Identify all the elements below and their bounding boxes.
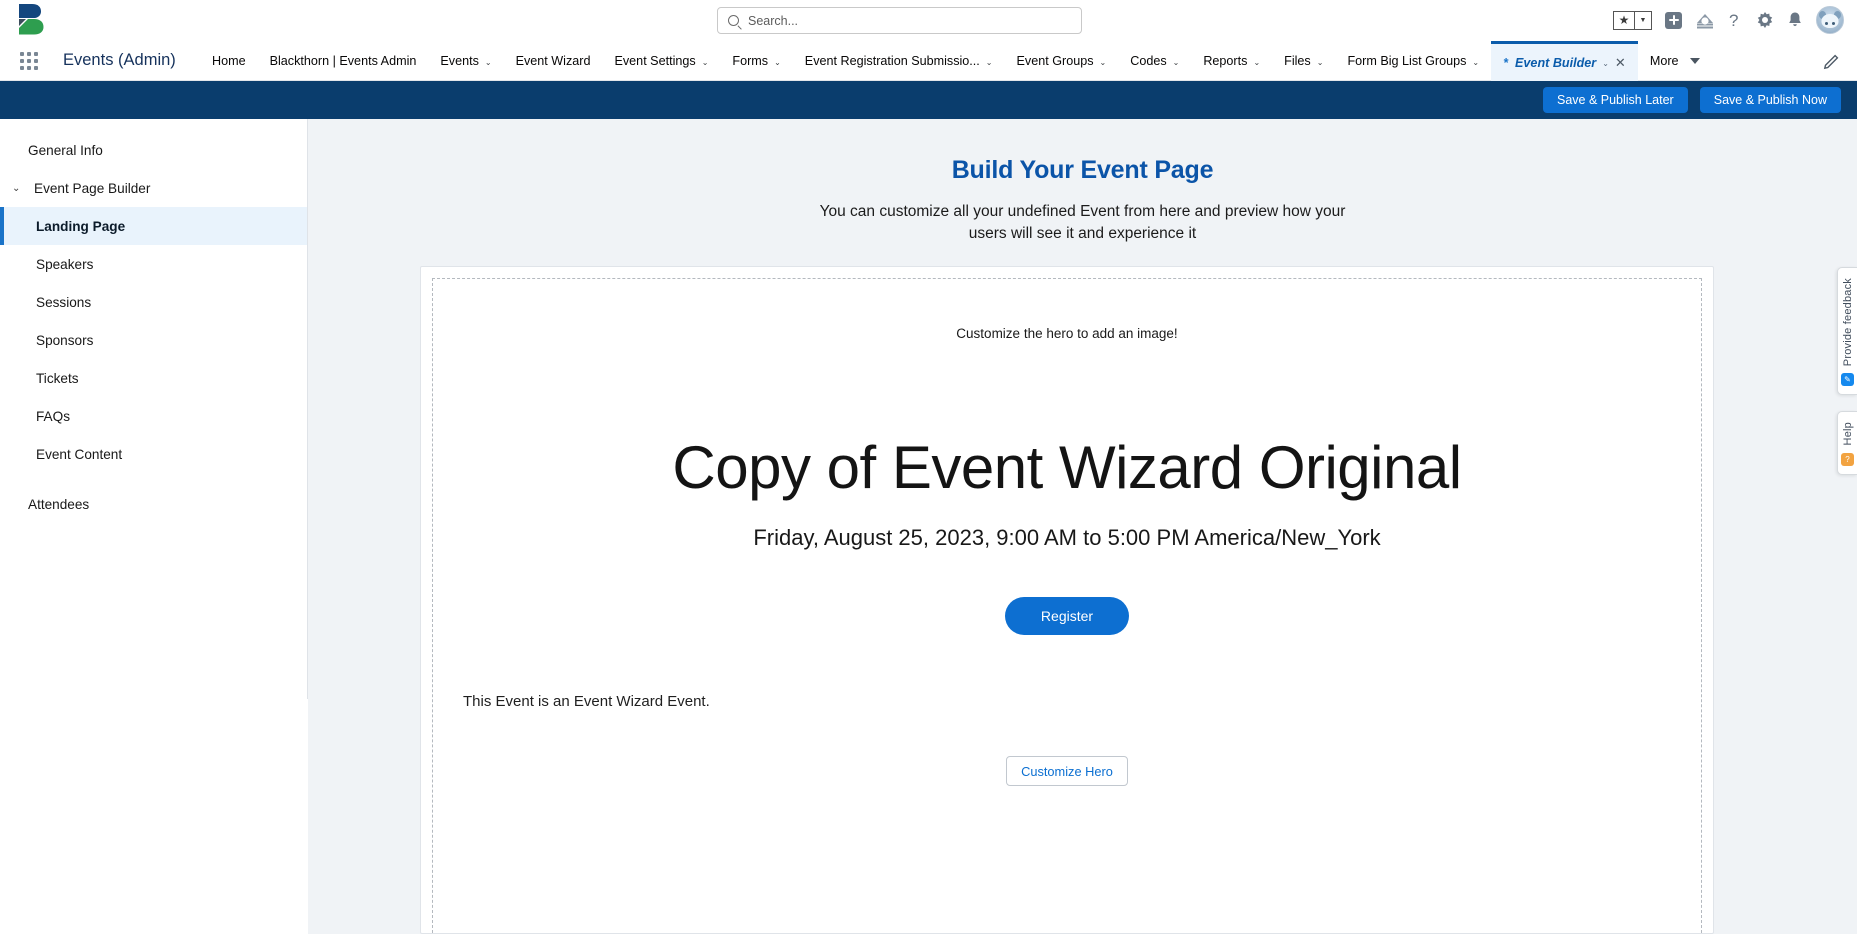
help-badge-icon: ? [1841,452,1854,466]
sidebar-item-general-info[interactable]: General Info [0,131,307,169]
nav-item-event-groups[interactable]: Event Groups ⌄ [1005,41,1119,81]
nav-item-event-wizard[interactable]: Event Wizard [504,41,603,81]
notifications-bell-icon[interactable] [1787,11,1803,29]
sidebar-item-event-content[interactable]: Event Content [0,435,307,473]
help-icon[interactable]: ? [1728,11,1743,30]
event-date: Friday, August 25, 2023, 9:00 AM to 5:00… [753,525,1381,550]
sidebar-item-label: Speakers [36,256,94,272]
cloud-setup-icon[interactable] [1695,12,1715,29]
sidebar-item-label: Tickets [36,370,79,386]
hero-hint-text: Customize the hero to add an image! [956,326,1178,341]
event-description: This Event is an Event Wizard Event. [463,693,710,710]
sidebar: General Info ⌄ Event Page Builder Landin… [0,119,308,699]
customize-hero-button[interactable]: Customize Hero [1006,756,1128,786]
chevron-down-icon: ⌄ [1472,57,1480,67]
nav-item-blackthorn-events-admin[interactable]: Blackthorn | Events Admin [258,41,429,81]
publish-action-bar: Save & Publish Later Save & Publish Now [0,81,1857,119]
chevron-down-icon: ⌄ [12,182,21,194]
event-page-preview: Customize the hero to add an image! Copy… [420,266,1714,934]
nav-item-event-settings[interactable]: Event Settings ⌄ [602,41,720,81]
sidebar-item-label: Sessions [36,294,92,310]
nav-item-form-big-list-groups[interactable]: Form Big List Groups ⌄ [1335,41,1491,81]
sidebar-spacer-top [0,119,307,131]
global-header: Search... ★ ▼ ? [0,0,1857,41]
sidebar-item-label: Event Content [36,446,123,462]
sidebar-item-label: FAQs [36,408,70,424]
favorites-star-icon[interactable]: ★ [1613,10,1635,30]
chevron-down-icon: ⌄ [1253,57,1261,67]
nav-item-more[interactable]: More [1638,41,1712,81]
sidebar-item-label: Landing Page [36,218,126,234]
sidebar-item-label: General Info [28,142,103,158]
sidebar-item-sessions[interactable]: Sessions [0,283,307,321]
chevron-down-icon[interactable]: ⌄ [1602,59,1609,68]
tab-event-builder-label: Event Builder [1515,55,1597,70]
svg-text:?: ? [1729,11,1738,30]
sidebar-item-tickets[interactable]: Tickets [0,359,307,397]
nav-item-codes[interactable]: Codes ⌄ [1118,41,1191,81]
page-title: Build Your Event Page [951,156,1214,184]
help-tab[interactable]: Help ? [1837,411,1857,475]
main-content: Build Your Event Page You can customize … [308,119,1857,934]
help-label: Help [1841,422,1854,446]
avatar[interactable] [1816,6,1844,34]
app-navigation-bar: Events (Admin) Home Blackthorn | Events … [0,41,1857,81]
nav-item-event-registration-submissions[interactable]: Event Registration Submissio... ⌄ [793,41,1005,81]
provide-feedback-label: Provide feedback [1841,278,1854,367]
save-publish-now-button[interactable]: Save & Publish Now [1699,87,1841,113]
chevron-down-icon: ⌄ [1099,57,1107,67]
sidebar-item-label: Sponsors [36,332,94,348]
right-side-rail: Provide feedback ✎ Help ? [1837,267,1857,475]
rail-spacer [1837,395,1857,411]
provide-feedback-tab[interactable]: Provide feedback ✎ [1837,267,1857,396]
hero-dropzone[interactable]: Customize the hero to add an image! Copy… [432,278,1702,933]
sidebar-spacer-mid [0,473,307,485]
save-publish-later-button[interactable]: Save & Publish Later [1542,87,1688,113]
nav-item-files[interactable]: Files ⌄ [1272,41,1335,81]
sidebar-section-label: Event Page Builder [34,180,151,196]
nav-item-reports[interactable]: Reports ⌄ [1191,41,1272,81]
sidebar-item-landing-page[interactable]: Landing Page [0,207,307,245]
unsaved-marker: * [1503,55,1509,70]
sidebar-item-speakers[interactable]: Speakers [0,245,307,283]
header-icon-group: ★ ▼ ? [1613,3,1844,37]
add-icon[interactable] [1665,11,1682,29]
nav-item-list: Home Blackthorn | Events Admin Events ⌄ … [200,41,1712,81]
chevron-down-icon: ⌄ [1316,57,1324,67]
register-button[interactable]: Register [1004,597,1130,635]
favorites-dropdown-icon[interactable]: ▼ [1635,10,1652,30]
sidebar-section-event-page-builder[interactable]: ⌄ Event Page Builder [0,169,307,207]
chevron-down-icon: ⌄ [1172,57,1180,67]
nav-item-home[interactable]: Home [200,41,258,81]
nav-item-forms[interactable]: Forms ⌄ [720,41,792,81]
customize-hero-wrap: Customize Hero [433,756,1701,786]
sidebar-item-label: Attendees [28,496,90,512]
feedback-badge-icon: ✎ [1841,373,1854,387]
chevron-down-icon: ⌄ [484,57,492,67]
sidebar-item-faqs[interactable]: FAQs [0,397,307,435]
setup-gear-icon[interactable] [1756,11,1774,29]
blackthorn-logo[interactable] [14,2,48,36]
global-search[interactable]: Search... [717,7,1082,34]
pencil-icon[interactable] [1823,52,1841,70]
chevron-down-icon: ⌄ [701,57,709,67]
search-icon [728,15,739,26]
event-title: Copy of Event Wizard Original [672,434,1462,501]
tab-event-builder[interactable]: * Event Builder ⌄ ✕ [1491,41,1638,81]
nav-item-events[interactable]: Events ⌄ [428,41,503,81]
register-button-wrap: Register [433,597,1701,635]
favorites-control[interactable]: ★ ▼ [1613,10,1652,30]
page-subtitle: You can customize all your undefined Eve… [819,203,1346,242]
sidebar-item-attendees[interactable]: Attendees [0,485,307,523]
chevron-down-icon: ⌄ [985,57,993,67]
app-name: Events (Admin) [63,51,176,69]
chevron-down-icon: ⌄ [774,57,781,67]
search-placeholder: Search... [748,13,799,28]
sidebar-item-sponsors[interactable]: Sponsors [0,321,307,359]
close-icon[interactable]: ✕ [1615,55,1626,71]
chevron-down-icon [1689,58,1700,64]
app-launcher-icon[interactable] [20,52,38,70]
